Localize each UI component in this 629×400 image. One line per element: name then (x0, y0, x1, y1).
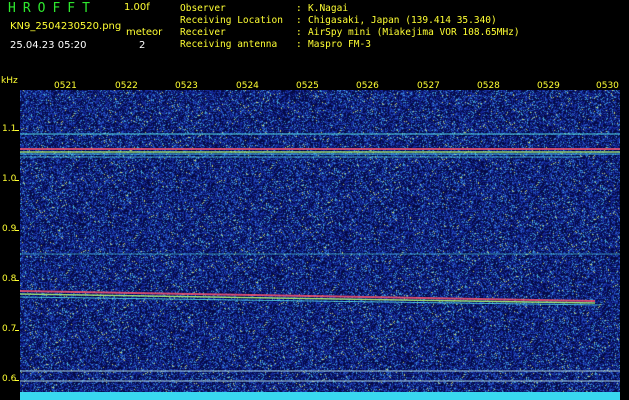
spectrogram-plot (20, 90, 620, 400)
y-tick-mark (15, 330, 19, 331)
baseline-band (20, 392, 620, 400)
y-tick-mark (15, 180, 19, 181)
info-location-value: Chigasaki, Japan (139.414 35.340) (308, 15, 497, 26)
app-title: HROFFT (8, 1, 97, 16)
y-tick-mark (15, 280, 19, 281)
y-tick-mark (15, 380, 19, 381)
meteor-label: meteor (126, 27, 163, 38)
header-panel: HROFFT 1.00f KN9_2504230520.png meteor 2… (0, 0, 629, 75)
info-observer-value: K.Nagai (308, 3, 349, 14)
meteor-count: 2 (139, 40, 146, 51)
timestamp-label: 25.04.23 05:20 (10, 40, 87, 51)
info-colon: : (296, 3, 302, 14)
info-location-label: Receiving Location (180, 15, 283, 26)
info-colon: : (296, 27, 302, 38)
info-receiver-label: Receiver (180, 27, 226, 38)
spectrogram-overlay (20, 133, 620, 400)
y-tick-mark (15, 230, 19, 231)
y-tick-mark (15, 130, 19, 131)
y-axis-unit: kHz (1, 76, 18, 86)
info-colon: : (296, 39, 302, 50)
info-antenna-label: Receiving antenna (180, 39, 278, 50)
info-observer-label: Observer (180, 3, 226, 14)
info-antenna-value: Maspro FM-3 (308, 39, 371, 50)
filename-label: KN9_2504230520.png (10, 21, 122, 32)
info-colon: : (296, 15, 302, 26)
info-receiver-value: AirSpy mini (Miakejima VOR 108.65MHz) (308, 27, 520, 38)
version-label: 1.00f (124, 2, 150, 13)
